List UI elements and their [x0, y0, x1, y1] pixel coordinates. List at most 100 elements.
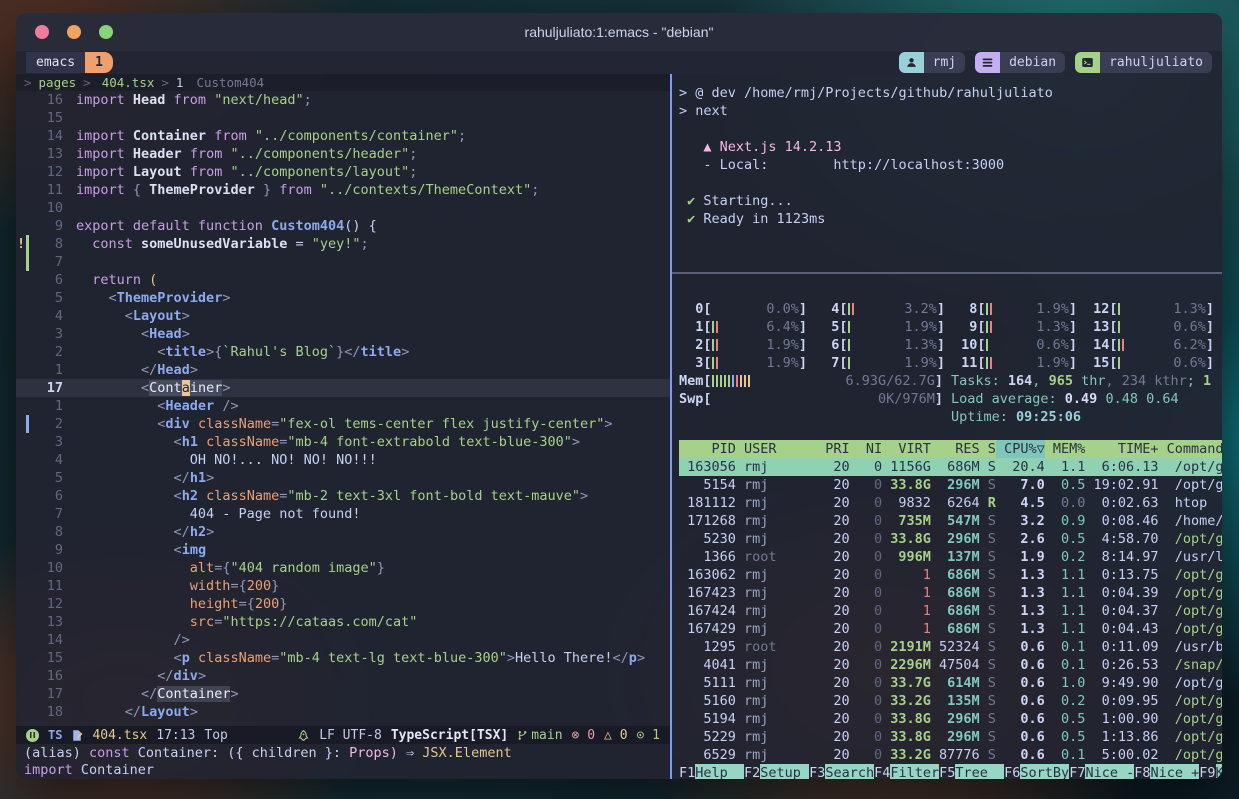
column-header-mem[interactable]: MEM% [1045, 440, 1086, 458]
process-row[interactable]: 5111rmj20033.7G614MS0.61.09:49.90 /opt/g… [679, 674, 1222, 692]
process-row[interactable]: 171268rmj200735M547MS3.20.90:08.46 /home… [679, 512, 1222, 530]
code-line[interactable]: !8 const someUnusedVariable = "yey!"; [16, 235, 670, 253]
code-line[interactable]: 17 </Container> [16, 685, 670, 703]
code-line[interactable]: 2 <title>{`Rahul's Blog`}</title> [16, 343, 670, 361]
code-line-text: <Head> [76, 325, 670, 343]
note-count[interactable]: ⊙ 1 [637, 728, 660, 743]
process-row[interactable]: 163062rmj2001156G686MS1.31.10:13.75 /opt… [679, 566, 1222, 584]
warning-count[interactable]: △ 0 [604, 728, 627, 743]
fkey-action-search[interactable]: Search [825, 764, 874, 779]
process-row[interactable]: 1366root200996M137MS1.90.28:14.97 /usr/l… [679, 548, 1222, 566]
cpu-meters: 0[0.0%]4[3.2%]8[1.9%]12[1.3%]1[6.4%]5[1.… [679, 300, 1222, 372]
code-line[interactable]: 4 <Layout> [16, 307, 670, 325]
code-line[interactable]: 1 </Head> [16, 361, 670, 379]
process-row[interactable]: 167424rmj2001156G686MS1.31.10:04.37 /opt… [679, 602, 1222, 620]
code-line[interactable]: 8 </h2> [16, 523, 670, 541]
code-line[interactable]: 7 [16, 253, 670, 271]
column-header-cpu[interactable]: CPU%▽ [996, 440, 1045, 458]
process-row[interactable]: 5194rmj20033.8G296MS0.60.51:00.90 /opt/g… [679, 710, 1222, 728]
column-header-res[interactable]: RES [931, 440, 980, 458]
line-number: 10 [33, 559, 76, 577]
column-header-user[interactable]: USER [744, 440, 825, 458]
process-row[interactable]: 163056rmj2001156G686MS20.41.16:06.13 /op… [679, 458, 1222, 476]
code-line-text: </Head> [76, 361, 670, 379]
fkey-action-nice[interactable]: Nice - [1085, 764, 1134, 779]
process-row[interactable]: 4041rmj2002296M47504S0.60.10:26.53 /snap… [679, 656, 1222, 674]
code-line[interactable]: 5 </h1> [16, 469, 670, 487]
git-branch[interactable]: main [517, 728, 562, 743]
htop-pane[interactable]: 0[0.0%]4[3.2%]8[1.9%]12[1.3%]1[6.4%]5[1.… [672, 274, 1222, 779]
process-row[interactable]: 1295root2002191M52324S0.60.10:11.09 /usr… [679, 638, 1222, 656]
process-row[interactable]: 6529rmj20033.2G87776S0.60.15:00.02 /opt/… [679, 746, 1222, 764]
code-line-text: <div className="fex-ol tems-center flex … [76, 415, 670, 433]
error-count[interactable]: ⊗ 0 [572, 728, 595, 743]
column-header-virt[interactable]: VIRT [882, 440, 931, 458]
code-line[interactable]: 18 </Layout> [16, 703, 670, 721]
code-line[interactable]: 6 <h2 className="mb-2 text-3xl font-bold… [16, 487, 670, 505]
tmux-window-index-badge[interactable]: 1 [85, 52, 113, 73]
nextjs-dev-terminal-pane[interactable]: > @ dev /home/rmj/Projects/github/rahulj… [672, 74, 1222, 272]
fkey-action-ki[interactable]: Ki [1216, 764, 1222, 779]
code-line[interactable]: 14import Container from "../components/c… [16, 127, 670, 145]
tmux-session-name[interactable]: emacs [26, 52, 85, 73]
code-line[interactable]: 3 <Head> [16, 325, 670, 343]
fkey-action-help[interactable]: Help [695, 764, 744, 779]
code-line[interactable]: 11import { ThemeProvider } from "../cont… [16, 181, 670, 199]
code-line[interactable]: 12import Layout from "../components/layo… [16, 163, 670, 181]
code-line[interactable]: 14 /> [16, 631, 670, 649]
fkey-action-nice[interactable]: Nice + [1150, 764, 1199, 779]
code-line[interactable]: 10 [16, 199, 670, 217]
column-header-s[interactable]: S [980, 440, 996, 458]
warning-gutter-icon: ! [17, 235, 25, 253]
fkey-action-setup[interactable]: Setup [760, 764, 809, 779]
code-line[interactable]: 16import Head from "next/head"; [16, 91, 670, 109]
code-line[interactable]: 16 </div> [16, 667, 670, 685]
code-line[interactable]: 17 <Container> [16, 379, 670, 397]
code-line-text [76, 253, 670, 271]
fkey-action-sortby[interactable]: SortBy [1020, 764, 1069, 779]
code-line[interactable]: 1 <Header /> [16, 397, 670, 415]
column-header-pid[interactable]: PID [679, 440, 736, 458]
line-number: 5 [33, 469, 76, 487]
process-row[interactable]: 167423rmj2001156G686MS1.31.10:04.39 /opt… [679, 584, 1222, 602]
column-header-time[interactable]: TIME+ [1085, 440, 1158, 458]
code-line[interactable]: 15 [16, 109, 670, 127]
process-row[interactable]: 5160rmj20033.2G135MS0.60.20:09.95 /opt/g… [679, 692, 1222, 710]
cpu-meter-10: 10[0.6%] [953, 336, 1077, 354]
fkey-action-filter[interactable]: Filter [890, 764, 939, 779]
code-line[interactable]: 9 <img [16, 541, 670, 559]
process-row[interactable]: 5229rmj20033.8G296MS0.60.51:13.86 /opt/g… [679, 728, 1222, 746]
emacs-editor-pane[interactable]: > pages > 404.tsx > 1 Custom404 16import… [16, 74, 670, 779]
maximize-window-button[interactable] [99, 25, 113, 39]
major-mode[interactable]: TypeScript[TSX] [391, 728, 508, 743]
filetype-badge: TS [48, 728, 62, 742]
code-line[interactable]: 4 OH NO!... NO! NO! NO!!! [16, 451, 670, 469]
gutter-fringe [16, 433, 33, 451]
code-line[interactable]: 15 <p className="mb-4 text-lg text-blue-… [16, 649, 670, 667]
code-buffer[interactable]: 16import Head from "next/head";1514impor… [16, 91, 670, 726]
modeline-filename[interactable]: 404.tsx [92, 728, 147, 743]
code-line[interactable]: 10 alt={"404 random image"} [16, 559, 670, 577]
code-line[interactable]: 6 return ( [16, 271, 670, 289]
close-window-button[interactable] [35, 25, 49, 39]
code-line[interactable]: 2 <div className="fex-ol tems-center fle… [16, 415, 670, 433]
process-row[interactable]: 167429rmj2001156G686MS1.31.10:04.43 /opt… [679, 620, 1222, 638]
code-line[interactable]: 7 404 - Page not found! [16, 505, 670, 523]
code-line[interactable]: 11 width={200} [16, 577, 670, 595]
code-line[interactable]: 3 <h1 className="mb-4 font-extrabold tex… [16, 433, 670, 451]
code-line[interactable]: 13import Header from "../components/head… [16, 145, 670, 163]
process-row[interactable]: 5230rmj20033.8G296MS2.60.54:58.70 /opt/g… [679, 530, 1222, 548]
process-table-header[interactable]: PID USERPRINIVIRTRESSCPU%▽MEM%TIME+ Comman… [679, 440, 1222, 458]
process-row[interactable]: 5154rmj20033.8G296MS7.00.519:02.91 /opt/… [679, 476, 1222, 494]
code-line[interactable]: 12 height={200} [16, 595, 670, 613]
code-line[interactable]: 5 <ThemeProvider> [16, 289, 670, 307]
user-badge: rmj [899, 52, 965, 73]
fkey-action-tree[interactable]: Tree [955, 764, 1004, 779]
process-row[interactable]: 181112rmj20098326264R4.50.00:02.63 htop [679, 494, 1222, 512]
column-header-command[interactable]: Command [1167, 440, 1222, 458]
column-header-ni[interactable]: NI [850, 440, 883, 458]
column-header-pri[interactable]: PRI [825, 440, 849, 458]
minimize-window-button[interactable] [67, 25, 81, 39]
code-line[interactable]: 9export default function Custom404() { [16, 217, 670, 235]
code-line[interactable]: 13 src="https://cataas.com/cat" [16, 613, 670, 631]
